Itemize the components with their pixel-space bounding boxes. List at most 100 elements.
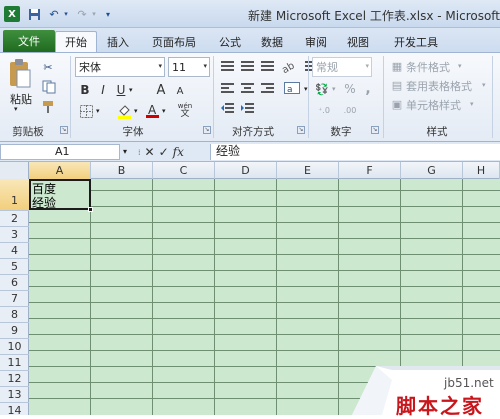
percent-button[interactable]: % [342, 81, 358, 97]
row-header-12[interactable]: 12 [0, 371, 29, 387]
orientation-icon[interactable]: ab [280, 59, 300, 73]
tab-file[interactable]: 文件 [3, 30, 55, 52]
align-left-icon[interactable] [219, 81, 235, 95]
tab-home[interactable]: 开始 [55, 31, 97, 52]
row-header-9[interactable]: 9 [0, 323, 29, 339]
tab-review[interactable]: 审阅 [298, 31, 334, 52]
svg-text:A: A [148, 103, 157, 117]
excel-logo-icon[interactable]: X [4, 6, 20, 22]
fill-handle[interactable] [88, 207, 93, 212]
italic-button[interactable]: I [96, 82, 110, 98]
currency-dropdown-icon[interactable]: ▾ [332, 85, 336, 93]
select-all-corner[interactable] [0, 162, 29, 179]
borders-dropdown-icon[interactable]: ▾ [96, 107, 100, 115]
format-as-table-button[interactable]: 套用表格格式 [406, 78, 472, 94]
underline-button[interactable]: U [114, 82, 128, 98]
insert-function-icon[interactable]: fx [173, 145, 184, 159]
row-header-5[interactable]: 5 [0, 259, 29, 275]
underline-dropdown-icon[interactable]: ▾ [129, 86, 133, 94]
column-header-a[interactable]: A [29, 162, 91, 179]
undo-icon[interactable]: ↶ [46, 6, 62, 22]
undo-dropdown-icon[interactable]: ▾ [62, 6, 70, 22]
tab-page-layout[interactable]: 页面布局 [142, 31, 206, 52]
name-box-dropdown-icon[interactable]: ▾ [123, 147, 127, 156]
row-header-11[interactable]: 11 [0, 355, 29, 371]
cancel-icon[interactable]: ✕ [145, 145, 155, 159]
paste-dropdown-icon[interactable]: ▾ [14, 105, 18, 113]
fill-color-dropdown-icon[interactable]: ▾ [134, 107, 138, 115]
row-header-4[interactable]: 4 [0, 243, 29, 259]
decrease-decimal-icon[interactable]: .00 [340, 103, 360, 117]
row-header-14[interactable]: 14 [0, 403, 29, 417]
table-dropdown-icon[interactable]: ▾ [482, 81, 486, 89]
column-header-g[interactable]: G [401, 162, 463, 179]
tab-formulas[interactable]: 公式 [212, 31, 248, 52]
redo-dropdown-icon[interactable]: ▾ [90, 6, 98, 22]
format-painter-icon[interactable] [40, 99, 56, 115]
decrease-indent-icon[interactable] [219, 101, 235, 115]
bold-button[interactable]: B [78, 82, 92, 98]
tab-view[interactable]: 视图 [340, 31, 376, 52]
row-header-3[interactable]: 3 [0, 227, 29, 243]
align-right-icon[interactable] [259, 81, 275, 95]
formula-input[interactable]: 经验 [210, 144, 500, 160]
copy-icon[interactable] [40, 79, 60, 95]
shrink-font-button[interactable]: A [174, 84, 186, 98]
conditional-format-icon[interactable]: ▦ [390, 59, 404, 73]
borders-icon[interactable] [78, 103, 94, 119]
font-color-icon[interactable]: A [144, 101, 160, 119]
column-header-b[interactable]: B [91, 162, 153, 179]
align-top-icon[interactable] [219, 59, 235, 73]
font-launcher-icon[interactable]: ↘ [203, 126, 211, 134]
increase-indent-icon[interactable] [239, 101, 255, 115]
column-header-f[interactable]: F [339, 162, 401, 179]
tab-insert[interactable]: 插入 [100, 31, 136, 52]
font-color-dropdown-icon[interactable]: ▾ [162, 107, 166, 115]
active-cell-a1[interactable]: 百度 经验 [29, 179, 91, 210]
merge-dropdown-icon[interactable]: ▾ [304, 85, 308, 93]
increase-decimal-icon[interactable]: ⁺.0 [314, 103, 334, 117]
merge-center-icon[interactable]: a [282, 81, 302, 95]
align-bottom-icon[interactable] [259, 59, 275, 73]
title-bar: X ↶ ▾ ↷ ▾ ▾ 新建 Microsoft Excel 工作表.xlsx … [0, 0, 500, 28]
row-header-1[interactable]: 1 [0, 179, 29, 211]
tab-data[interactable]: 数据 [254, 31, 290, 52]
row-header-13[interactable]: 13 [0, 387, 29, 403]
cell-styles-dropdown-icon[interactable]: ▾ [470, 100, 474, 108]
row-header-6[interactable]: 6 [0, 275, 29, 291]
column-header-e[interactable]: E [277, 162, 339, 179]
row-header-2[interactable]: 2 [0, 211, 29, 227]
phonetic-icon[interactable]: wén 文 [174, 103, 196, 119]
font-size-select[interactable]: 11 ▾ [168, 57, 210, 77]
align-middle-icon[interactable] [239, 59, 255, 73]
column-header-h[interactable]: H [463, 162, 500, 179]
column-header-c[interactable]: C [153, 162, 215, 179]
save-icon[interactable] [26, 6, 42, 22]
row-header-7[interactable]: 7 [0, 291, 29, 307]
cond-dropdown-icon[interactable]: ▾ [458, 62, 462, 70]
comma-button[interactable]: , [362, 81, 374, 97]
customize-qat-icon[interactable]: ▾ [100, 6, 116, 22]
conditional-format-button[interactable]: 条件格式 [406, 59, 450, 75]
number-format-select[interactable]: 常规 ▾ [312, 57, 372, 77]
format-table-icon[interactable]: ▤ [390, 78, 404, 92]
cell-styles-icon[interactable]: ▣ [390, 97, 404, 111]
row-header-10[interactable]: 10 [0, 339, 29, 355]
currency-icon[interactable]: 💱 [314, 81, 330, 97]
grow-font-button[interactable]: A [154, 82, 168, 98]
cut-icon[interactable]: ✂ [40, 59, 56, 75]
number-launcher-icon[interactable]: ↘ [371, 126, 379, 134]
tab-developer[interactable]: 开发工具 [384, 31, 448, 52]
name-box[interactable]: A1 [0, 144, 120, 160]
font-name-select[interactable]: 宋体 ▾ [75, 57, 165, 77]
row-header-8[interactable]: 8 [0, 307, 29, 323]
paste-icon[interactable] [6, 57, 32, 91]
cell-styles-button[interactable]: 单元格样式 [406, 97, 461, 113]
align-center-icon[interactable] [239, 81, 255, 95]
fill-color-icon[interactable] [116, 103, 132, 119]
redo-icon[interactable]: ↷ [74, 6, 90, 22]
alignment-launcher-icon[interactable]: ↘ [297, 126, 305, 134]
enter-icon[interactable]: ✓ [159, 145, 169, 159]
clipboard-launcher-icon[interactable]: ↘ [60, 126, 68, 134]
column-header-d[interactable]: D [215, 162, 277, 179]
